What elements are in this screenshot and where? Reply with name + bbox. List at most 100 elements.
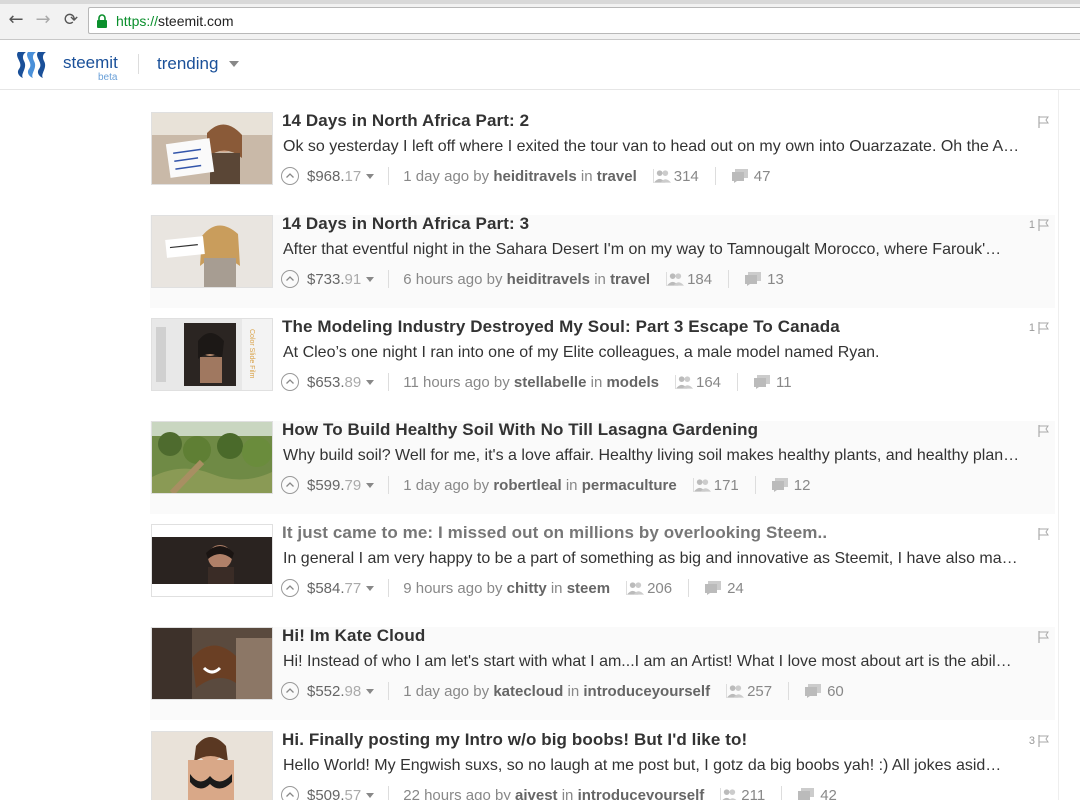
brand-name[interactable]: steemit — [63, 53, 118, 73]
category-link[interactable]: introduceyourself — [583, 683, 710, 700]
flag-control[interactable] — [1035, 116, 1049, 128]
steemit-logo-icon[interactable] — [14, 49, 48, 81]
voters-icon[interactable] — [726, 684, 745, 698]
comment-count[interactable]: 13 — [767, 271, 784, 288]
voter-count[interactable]: 314 — [674, 168, 699, 185]
flag-icon[interactable] — [1038, 735, 1049, 747]
post-thumbnail[interactable] — [151, 215, 273, 288]
post-title-link[interactable]: Hi! Im Kate Cloud — [282, 626, 425, 646]
post-title-link[interactable]: The Modeling Industry Destroyed My Soul:… — [282, 317, 840, 337]
post-time[interactable]: 22 hours ago — [403, 787, 491, 800]
comments-icon[interactable] — [771, 478, 788, 492]
payout-value[interactable]: $584.77 — [307, 580, 361, 597]
flag-control[interactable] — [1035, 631, 1049, 643]
post-thumbnail[interactable] — [151, 524, 273, 597]
flag-icon[interactable] — [1038, 425, 1049, 437]
post-excerpt[interactable]: After that eventful night in the Sahara … — [283, 241, 1043, 259]
post-thumbnail[interactable] — [151, 421, 273, 494]
comments-icon[interactable] — [754, 375, 771, 389]
payout-value[interactable]: $733.91 — [307, 271, 361, 288]
upvote-icon[interactable] — [281, 579, 299, 597]
payout-value[interactable]: $968.17 — [307, 168, 361, 185]
post-time[interactable]: 1 day ago — [403, 683, 469, 700]
flag-icon[interactable] — [1038, 219, 1049, 231]
forward-arrow-icon[interactable]: → — [33, 10, 53, 30]
comments-icon[interactable] — [705, 581, 722, 595]
post-title-link[interactable]: 14 Days in North Africa Part: 3 — [282, 214, 529, 234]
payout-caret-icon[interactable] — [366, 688, 375, 694]
voters-icon[interactable] — [692, 478, 711, 492]
post-excerpt[interactable]: At Cleo’s one night I ran into one of my… — [283, 344, 1043, 362]
author-link[interactable]: stellabelle — [514, 374, 587, 391]
post-thumbnail[interactable] — [151, 627, 273, 700]
flag-icon[interactable] — [1038, 631, 1049, 643]
post-time[interactable]: 9 hours ago — [403, 580, 482, 597]
upvote-icon[interactable] — [281, 167, 299, 185]
voter-count[interactable]: 211 — [741, 787, 765, 800]
post-time[interactable]: 1 day ago — [403, 477, 469, 494]
post-time[interactable]: 1 day ago — [403, 168, 469, 185]
post-title-link[interactable]: It just came to me: I missed out on mill… — [282, 523, 827, 543]
upvote-icon[interactable] — [281, 373, 299, 391]
post-thumbnail[interactable]: Color Slide Film — [151, 318, 273, 391]
post-excerpt[interactable]: In general I am very happy to be a part … — [283, 550, 1043, 568]
post-time[interactable]: 11 hours ago — [403, 374, 489, 391]
flag-control[interactable]: 1 — [1029, 219, 1049, 231]
flag-control[interactable] — [1035, 425, 1049, 437]
payout-caret-icon[interactable] — [366, 379, 375, 385]
voters-icon[interactable] — [720, 788, 738, 800]
payout-caret-icon[interactable] — [366, 276, 375, 282]
post-excerpt[interactable]: Hello World! My Engwish suxs, so no laug… — [283, 757, 1043, 775]
comment-count[interactable]: 42 — [820, 787, 837, 800]
payout-value[interactable]: $509.57 — [307, 787, 361, 800]
flag-icon[interactable] — [1038, 322, 1049, 334]
author-link[interactable]: heiditravels — [507, 271, 590, 288]
flag-control[interactable]: 1 — [1029, 322, 1049, 334]
post-excerpt[interactable]: Ok so yesterday I left off where I exite… — [283, 138, 1043, 156]
flag-icon[interactable] — [1038, 116, 1049, 128]
payout-caret-icon[interactable] — [366, 585, 375, 591]
voter-count[interactable]: 257 — [747, 683, 772, 700]
comment-count[interactable]: 12 — [794, 477, 811, 494]
payout-value[interactable]: $552.98 — [307, 683, 361, 700]
post-excerpt[interactable]: Hi! Instead of who I am let's start with… — [283, 653, 1043, 671]
post-title-link[interactable]: How To Build Healthy Soil With No Till L… — [282, 420, 758, 440]
comments-icon[interactable] — [805, 684, 822, 698]
upvote-icon[interactable] — [281, 682, 299, 700]
payout-caret-icon[interactable] — [366, 792, 375, 798]
flag-icon[interactable] — [1038, 528, 1049, 540]
author-link[interactable]: aivest — [515, 787, 558, 800]
post-title-link[interactable]: Hi. Finally posting my Intro w/o big boo… — [282, 730, 747, 750]
voters-icon[interactable] — [626, 581, 645, 595]
payout-value[interactable]: $599.79 — [307, 477, 361, 494]
upvote-icon[interactable] — [281, 476, 299, 494]
comments-icon[interactable] — [798, 788, 815, 800]
category-link[interactable]: permaculture — [582, 477, 677, 494]
voter-count[interactable]: 206 — [647, 580, 672, 597]
category-link[interactable]: travel — [597, 168, 637, 185]
flag-control[interactable]: 3 — [1029, 735, 1049, 747]
upvote-icon[interactable] — [281, 270, 299, 288]
voter-count[interactable]: 164 — [696, 374, 721, 391]
comment-count[interactable]: 11 — [776, 374, 792, 391]
address-bar[interactable]: https://steemit.com — [88, 7, 1080, 34]
voters-icon[interactable] — [674, 375, 693, 389]
sort-dropdown[interactable]: trending — [157, 54, 218, 74]
comments-icon[interactable] — [731, 169, 748, 183]
post-thumbnail[interactable] — [151, 112, 273, 185]
category-link[interactable]: models — [606, 374, 659, 391]
post-title-link[interactable]: 14 Days in North Africa Part: 2 — [282, 111, 529, 131]
back-arrow-icon[interactable]: ← — [6, 10, 26, 30]
post-time[interactable]: 6 hours ago — [403, 271, 482, 288]
comment-count[interactable]: 60 — [827, 683, 844, 700]
category-link[interactable]: steem — [567, 580, 610, 597]
payout-caret-icon[interactable] — [366, 173, 375, 179]
chevron-down-icon[interactable] — [229, 61, 239, 67]
flag-control[interactable] — [1035, 528, 1049, 540]
voters-icon[interactable] — [652, 169, 671, 183]
voters-icon[interactable] — [666, 272, 685, 286]
comment-count[interactable]: 24 — [727, 580, 744, 597]
post-thumbnail[interactable] — [151, 731, 273, 800]
category-link[interactable]: introduceyourself — [578, 787, 705, 800]
voter-count[interactable]: 184 — [687, 271, 712, 288]
